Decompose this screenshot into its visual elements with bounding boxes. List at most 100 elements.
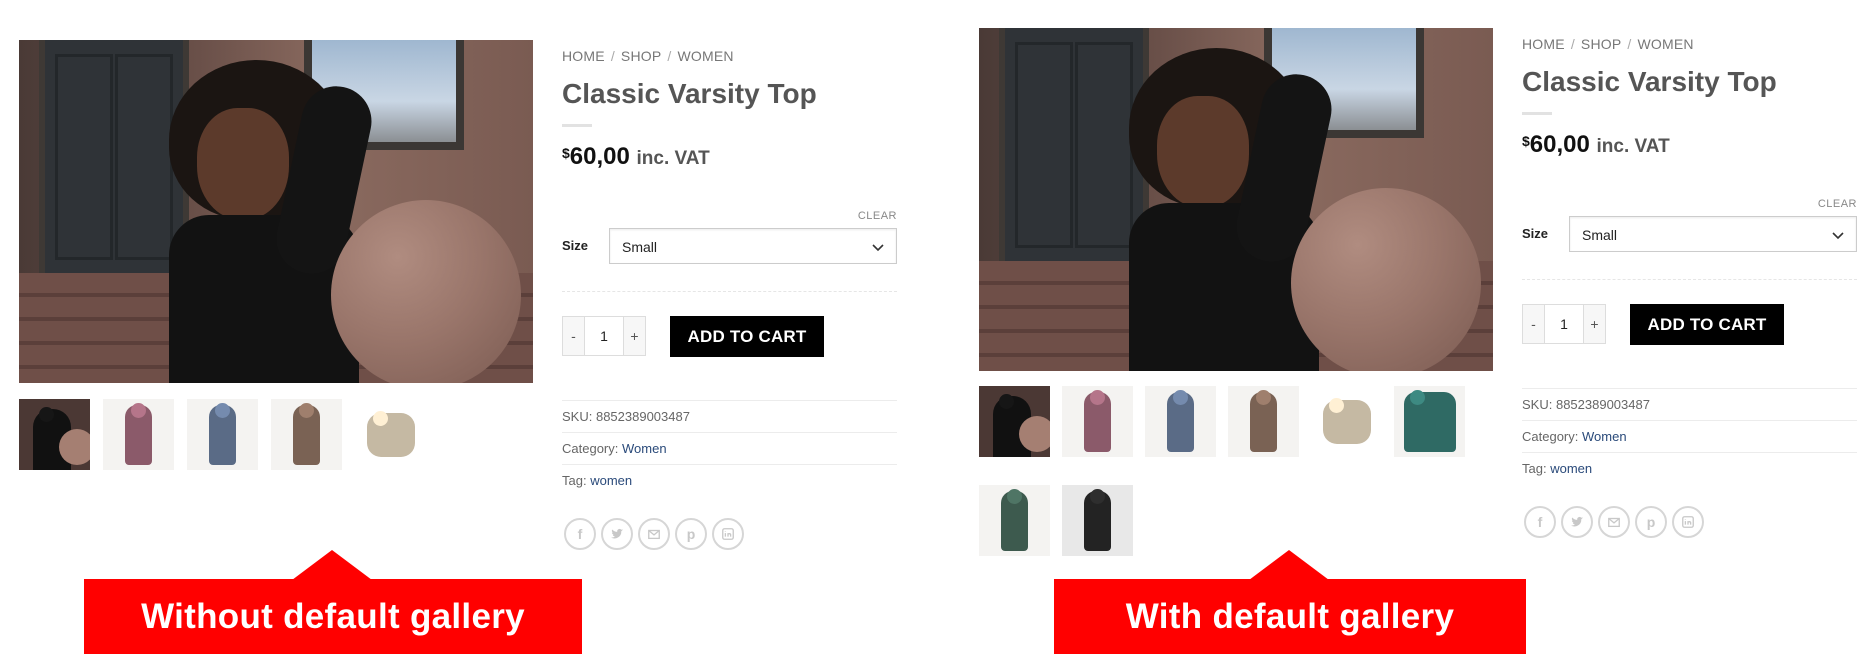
thumbnail-varsity-bag[interactable] <box>1311 386 1382 457</box>
breadcrumb-shop[interactable]: SHOP <box>621 48 661 64</box>
tag-row: Tag: women <box>562 464 897 496</box>
callout-with-gallery-label: With default gallery <box>1054 579 1526 654</box>
category-label: Category: <box>1522 429 1579 444</box>
quantity-decrease-button[interactable]: - <box>1522 304 1545 344</box>
quantity-stepper: - 1 + <box>1522 304 1606 344</box>
photo-ball <box>331 200 521 383</box>
quantity-input[interactable]: 1 <box>585 316 623 356</box>
quantity-increase-button[interactable]: + <box>623 316 646 356</box>
size-variation-row: Size Small <box>562 228 897 264</box>
size-select[interactable]: Small <box>609 228 897 264</box>
breadcrumb: HOME / SHOP / WOMEN <box>562 48 897 66</box>
pinterest-icon[interactable]: p <box>675 518 707 550</box>
chevron-down-icon <box>872 241 884 255</box>
size-select-value: Small <box>1582 227 1618 243</box>
email-icon[interactable] <box>1598 506 1630 538</box>
size-select-value: Small <box>622 239 658 255</box>
tag-label: Tag: <box>562 473 587 488</box>
title-divider <box>1522 112 1552 115</box>
add-to-cart-button[interactable]: ADD TO CART <box>1630 304 1784 345</box>
share-icons: f p <box>1524 506 1704 538</box>
thumbnail-woman-with-ball[interactable] <box>19 399 90 470</box>
add-to-cart-button[interactable]: ADD TO CART <box>670 316 824 357</box>
main-product-image[interactable] <box>19 40 533 383</box>
photo-door <box>39 40 189 290</box>
sku-label: SKU: <box>1522 397 1553 412</box>
breadcrumb-women[interactable]: WOMEN <box>1637 36 1693 52</box>
callout-arrow <box>1249 550 1329 580</box>
clear-selection-link[interactable]: CLEAR <box>858 210 897 222</box>
price-currency: $ <box>1522 133 1530 149</box>
thumbnail-varsity-bag[interactable] <box>355 399 426 470</box>
sku-value: 8852389003487 <box>595 409 690 424</box>
sku-row: SKU: 8852389003487 <box>1522 388 1857 420</box>
thumbnail-varsity-jacket-blue[interactable] <box>1145 386 1216 457</box>
size-label: Size <box>562 238 589 253</box>
facebook-icon[interactable]: f <box>564 518 596 550</box>
sku-value: 8852389003487 <box>1555 397 1650 412</box>
thumbnail-varsity-jacket-black[interactable] <box>1062 485 1133 556</box>
category-label: Category: <box>562 441 619 456</box>
thumbnail-varsity-jacket-red[interactable] <box>103 399 174 470</box>
breadcrumb-separator: / <box>1627 36 1632 52</box>
email-icon[interactable] <box>638 518 670 550</box>
thumbnail-woman-with-ball[interactable] <box>979 386 1050 457</box>
size-label: Size <box>1522 226 1549 241</box>
product-price: $60,00 inc. VAT <box>1522 131 1857 159</box>
photo-door <box>999 28 1149 278</box>
product-meta: SKU: 8852389003487 Category: Women Tag: … <box>562 400 897 496</box>
pinterest-icon[interactable]: p <box>1635 506 1667 538</box>
thumbnail-varsity-jacket-brown[interactable] <box>271 399 342 470</box>
sku-label: SKU: <box>562 409 593 424</box>
photo-ball <box>1291 188 1481 371</box>
chevron-down-icon <box>1832 229 1844 243</box>
photo-model-face <box>1157 96 1249 208</box>
twitter-icon[interactable] <box>601 518 633 550</box>
thumbnail-varsity-jacket-red[interactable] <box>1062 386 1133 457</box>
share-icons: f p <box>564 518 744 550</box>
category-link[interactable]: Women <box>622 441 667 456</box>
thumbnail-varsity-jacket-green[interactable] <box>1394 386 1465 457</box>
breadcrumb-home[interactable]: HOME <box>562 48 605 64</box>
facebook-icon[interactable]: f <box>1524 506 1556 538</box>
thumbnail-varsity-jacket-blue[interactable] <box>187 399 258 470</box>
product-meta: SKU: 8852389003487 Category: Women Tag: … <box>1522 388 1857 484</box>
category-row: Category: Women <box>1522 420 1857 452</box>
price-vat-suffix: inc. VAT <box>636 148 710 169</box>
main-product-image[interactable] <box>979 28 1493 371</box>
price-currency: $ <box>562 145 570 161</box>
breadcrumb-separator: / <box>667 48 672 64</box>
size-select[interactable]: Small <box>1569 216 1857 252</box>
quantity-increase-button[interactable]: + <box>1583 304 1606 344</box>
tag-link[interactable]: women <box>590 473 632 488</box>
product-price: $60,00 inc. VAT <box>562 143 897 171</box>
tag-label: Tag: <box>1522 461 1547 476</box>
size-variation-row: Size Small <box>1522 216 1857 252</box>
breadcrumb-separator: / <box>610 48 615 64</box>
price-amount: 60,00 <box>569 143 630 170</box>
linkedin-icon[interactable] <box>712 518 744 550</box>
product-title: Classic Varsity Top <box>1522 66 1777 97</box>
tag-link[interactable]: women <box>1550 461 1592 476</box>
breadcrumb: HOME / SHOP / WOMEN <box>1522 36 1857 54</box>
breadcrumb-home[interactable]: HOME <box>1522 36 1565 52</box>
breadcrumb-shop[interactable]: SHOP <box>1581 36 1621 52</box>
product-title: Classic Varsity Top <box>562 78 817 109</box>
thumbnail-varsity-jacket-cream[interactable] <box>979 485 1050 556</box>
linkedin-icon[interactable] <box>1672 506 1704 538</box>
title-divider <box>562 124 592 127</box>
clear-selection-link[interactable]: CLEAR <box>1818 198 1857 210</box>
product-summary: HOME / SHOP / WOMEN Classic Varsity Top $60,… <box>562 48 897 550</box>
variation-divider <box>562 291 897 292</box>
quantity-input[interactable]: 1 <box>1545 304 1583 344</box>
breadcrumb-women[interactable]: WOMEN <box>677 48 733 64</box>
product-summary: HOME / SHOP / WOMEN Classic Varsity Top $60,… <box>1522 36 1857 538</box>
category-link[interactable]: Women <box>1582 429 1627 444</box>
quantity-decrease-button[interactable]: - <box>562 316 585 356</box>
breadcrumb-separator: / <box>1570 36 1575 52</box>
variation-divider <box>1522 279 1857 280</box>
callout-arrow <box>292 550 372 580</box>
thumbnail-varsity-jacket-brown[interactable] <box>1228 386 1299 457</box>
price-amount: 60,00 <box>1529 131 1590 158</box>
twitter-icon[interactable] <box>1561 506 1593 538</box>
